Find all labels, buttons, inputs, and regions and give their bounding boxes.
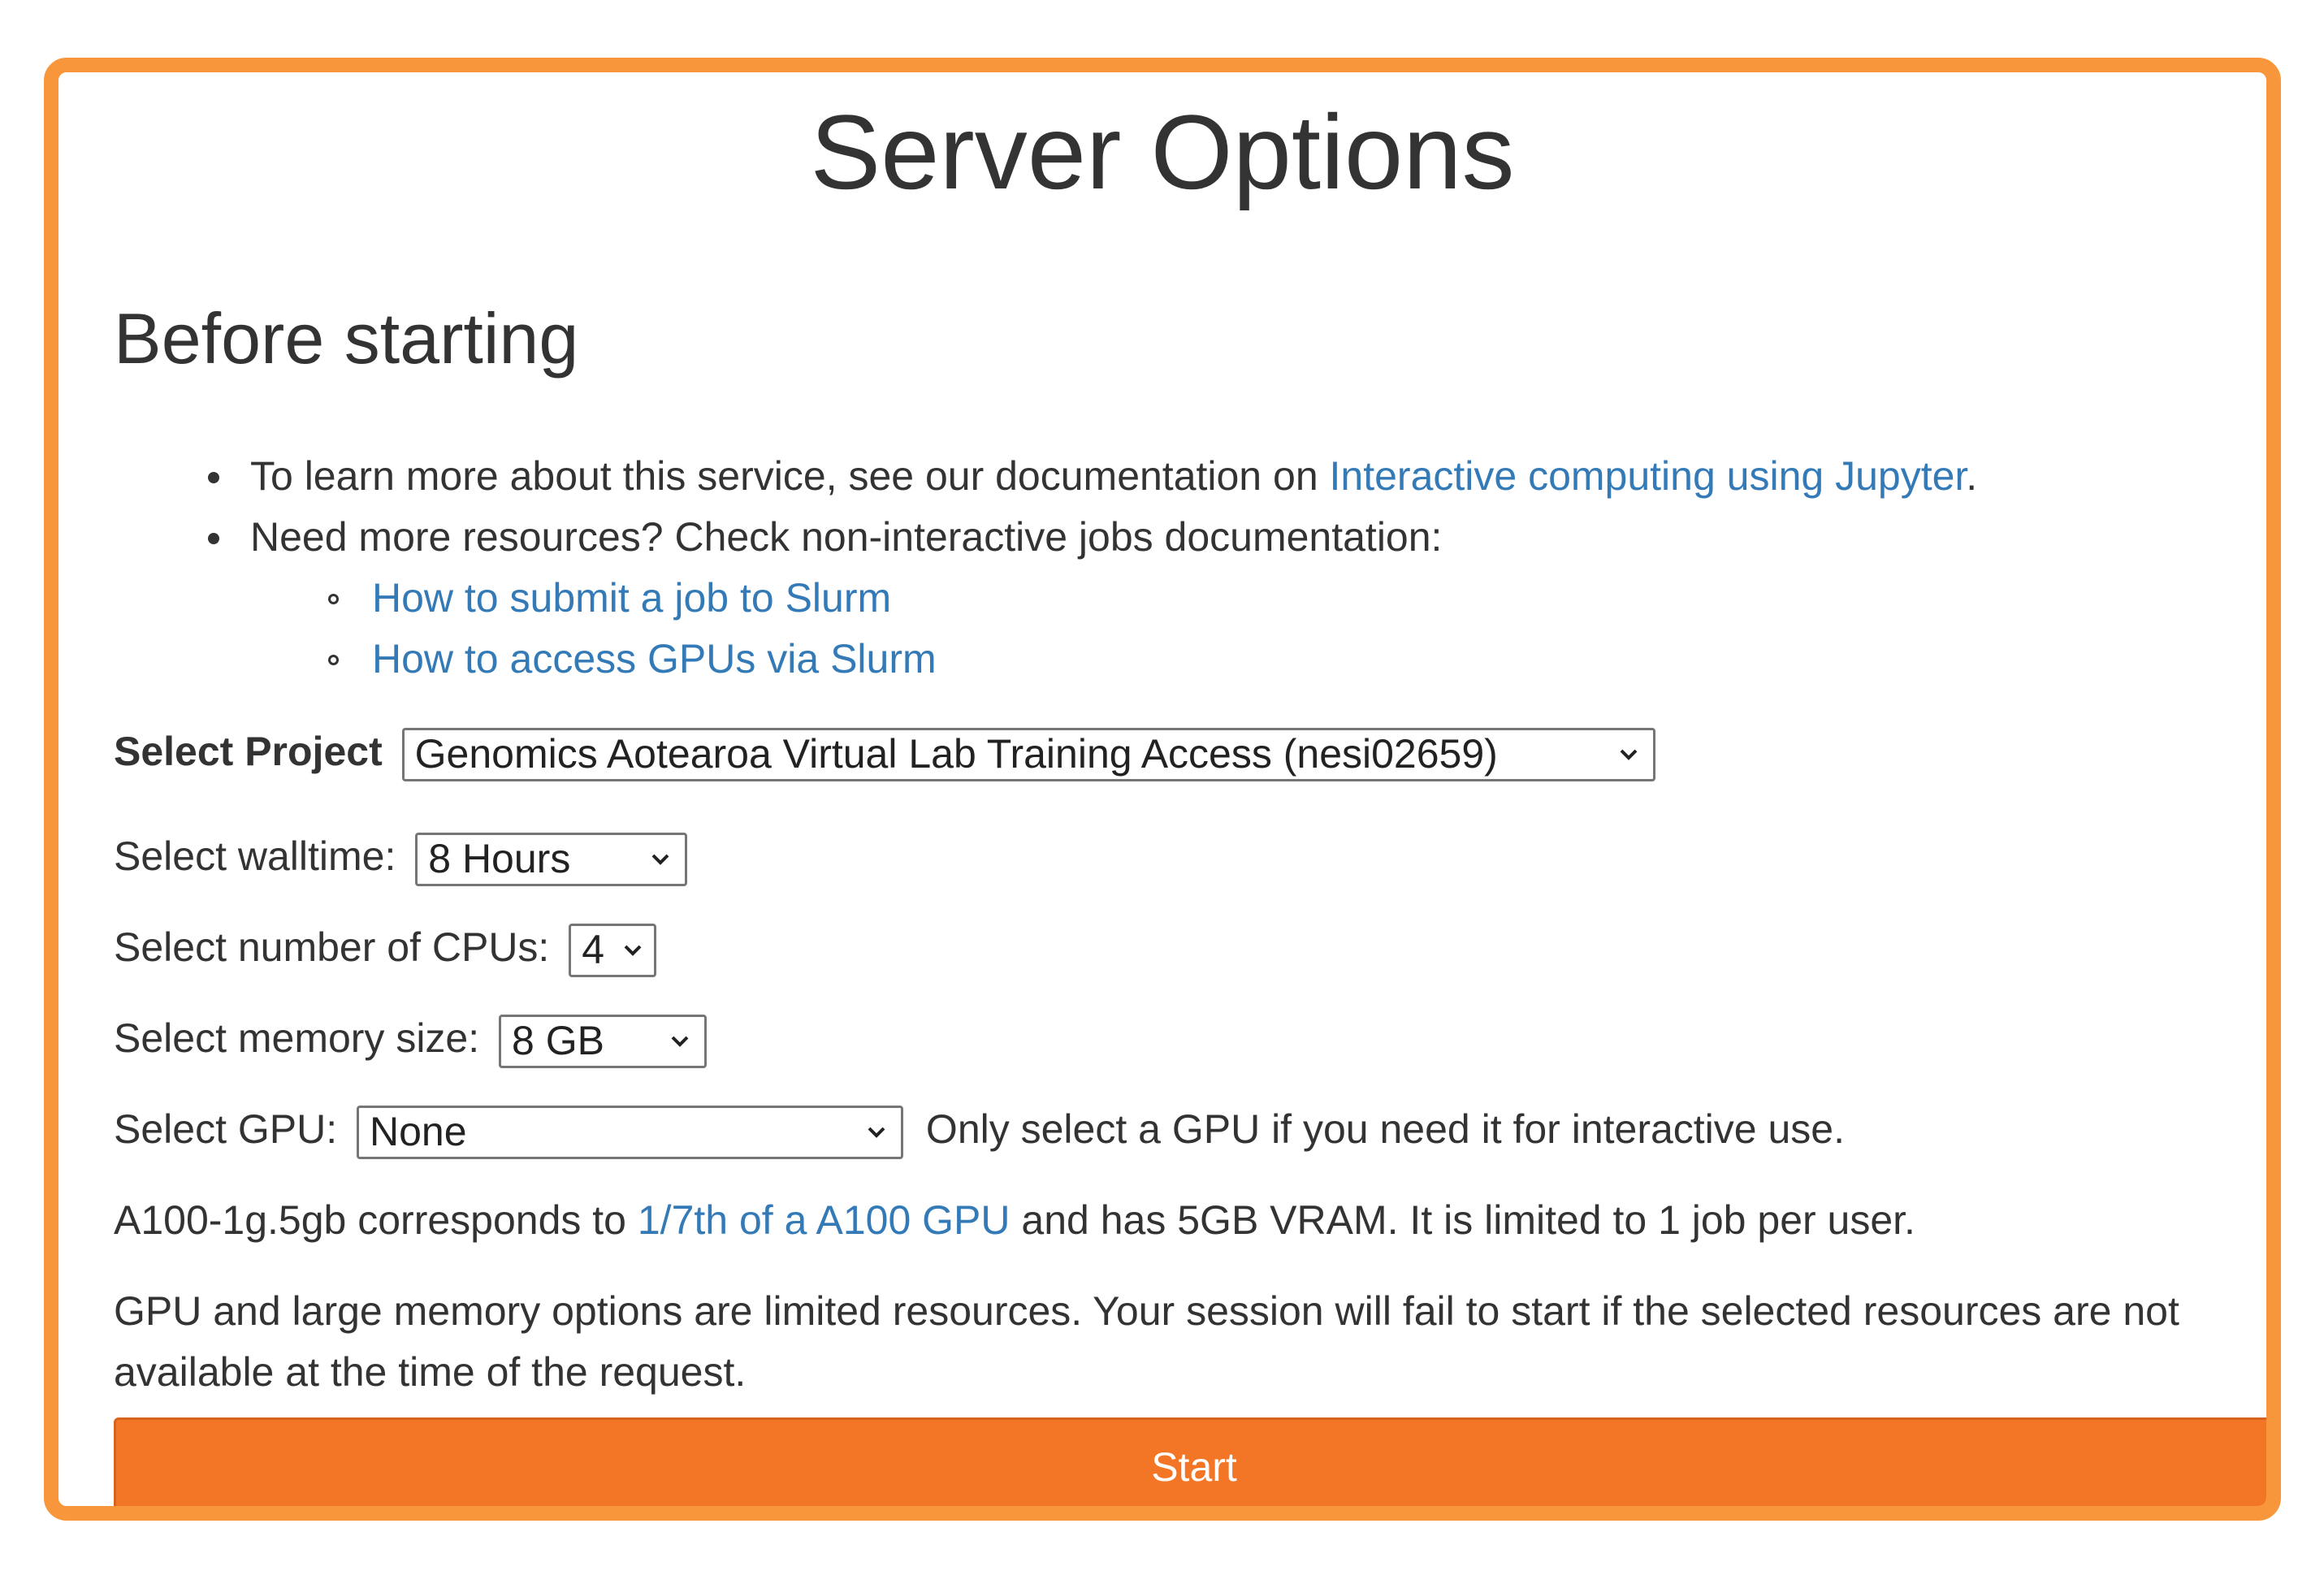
- bullet-disc-icon: [208, 533, 219, 544]
- slurm-gpu-link[interactable]: How to access GPUs via Slurm: [372, 629, 937, 690]
- page-title: Server Options: [810, 93, 1515, 211]
- walltime-label: Select walltime:: [114, 833, 396, 879]
- project-label: Select Project: [114, 729, 383, 774]
- a100-info-prefix: A100-1g.5gb corresponds to: [114, 1197, 638, 1243]
- chevron-down-icon: [671, 1036, 689, 1047]
- a100-info-suffix: and has 5GB VRAM. It is limited to 1 job…: [1010, 1197, 1915, 1243]
- cpus-select[interactable]: 4: [569, 923, 657, 977]
- chevron-down-icon: [624, 945, 642, 956]
- bullet1-suffix: .: [1966, 453, 1978, 499]
- bullet1-text: To learn more about this service, see ou…: [250, 453, 1330, 499]
- gpu-select[interactable]: None: [357, 1105, 904, 1159]
- walltime-select[interactable]: 8 Hours: [415, 832, 688, 886]
- start-button[interactable]: Start: [114, 1417, 2266, 1506]
- walltime-select-value: 8 Hours: [428, 835, 571, 881]
- cpus-label: Select number of CPUs:: [114, 924, 550, 970]
- cpus-select-value: 4: [582, 926, 605, 972]
- before-starting-heading: Before starting: [114, 298, 579, 379]
- limits-line-1: GPU and large memory options are limited…: [114, 1288, 2179, 1334]
- interactive-computing-link[interactable]: Interactive computing using Jupyter: [1330, 453, 1967, 499]
- memory-select[interactable]: 8 GB: [499, 1014, 708, 1068]
- walltime-row: Select walltime: 8 Hours: [114, 826, 688, 887]
- memory-label: Select memory size:: [114, 1015, 480, 1061]
- gpu-label: Select GPU:: [114, 1106, 338, 1152]
- a100-gpu-link[interactable]: 1/7th of a A100 GPU: [638, 1197, 1011, 1243]
- limits-line-2: available at the time of the request.: [114, 1349, 747, 1395]
- chevron-down-icon: [1620, 749, 1638, 760]
- project-row: Select Project Genomics Aotearoa Virtual…: [114, 721, 1655, 782]
- memory-row: Select memory size: 8 GB: [114, 1008, 708, 1069]
- slurm-job-link[interactable]: How to submit a job to Slurm: [372, 568, 891, 629]
- memory-select-value: 8 GB: [512, 1017, 604, 1063]
- gpu-row: Select GPU: None Only select a GPU if yo…: [114, 1099, 1845, 1160]
- bullet-circle-icon: [328, 655, 339, 665]
- bullet-disc-icon: [208, 472, 219, 483]
- cpus-row: Select number of CPUs: 4: [114, 917, 657, 978]
- server-options-panel: Server Options Before starting To learn …: [44, 58, 2281, 1521]
- project-select-value: Genomics Aotearoa Virtual Lab Training A…: [414, 730, 1498, 777]
- chevron-down-icon: [868, 1127, 885, 1138]
- bullet-circle-icon: [328, 594, 339, 604]
- a100-info: A100-1g.5gb corresponds to 1/7th of a A1…: [114, 1190, 1915, 1251]
- gpu-select-value: None: [370, 1108, 467, 1154]
- gpu-note: Only select a GPU if you need it for int…: [925, 1106, 1846, 1152]
- project-select[interactable]: Genomics Aotearoa Virtual Lab Training A…: [401, 727, 1655, 781]
- bullet2-text: Need more resources? Check non-interacti…: [250, 514, 1443, 560]
- chevron-down-icon: [651, 854, 669, 865]
